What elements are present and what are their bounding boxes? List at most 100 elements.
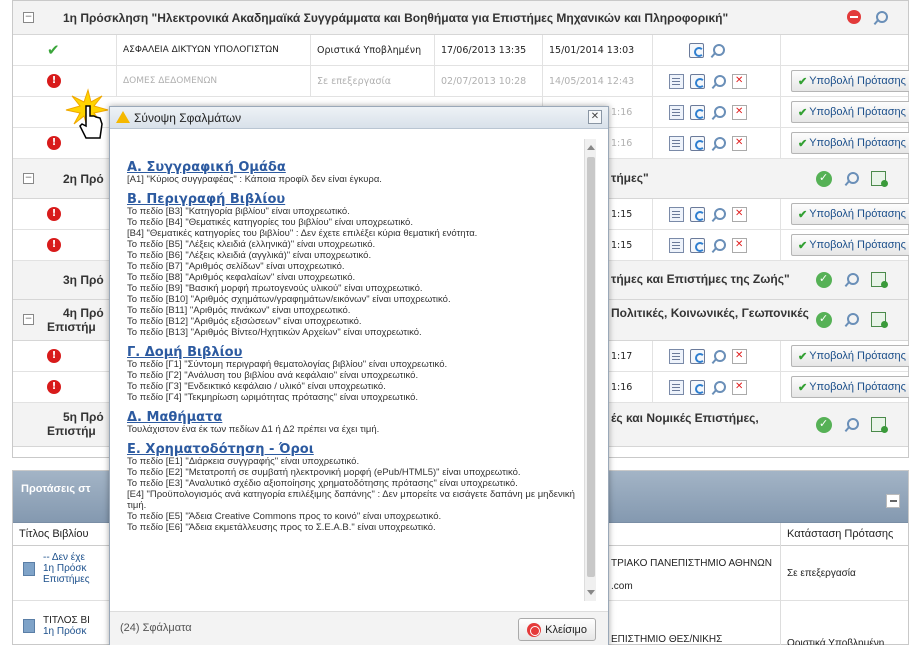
submit-proposal-button[interactable]: ✔ Υποβολή Πρότασης xyxy=(791,101,909,123)
book-title: ΔΟΜΕΣ ΔΕΔΟΜΕΝΩΝ xyxy=(116,66,310,96)
delete-icon[interactable] xyxy=(732,237,747,253)
error-count: (24) Σφάλματα xyxy=(120,622,192,634)
magnifier-icon[interactable] xyxy=(711,238,726,253)
book-title-link[interactable]: -- Δεν έχε 1η Πρόσκ Επιστήμες xyxy=(43,552,90,585)
section-heading[interactable]: Γ. Δομή Βιβλίου xyxy=(127,346,580,359)
group-title: 1η Πρόσκληση "Ηλεκτρονικά Ακαδημαϊκά Συγ… xyxy=(63,11,729,25)
error-line: Το πεδίο [Ε3] "Αναλυτικό σχέδιο αξιοποίη… xyxy=(127,478,518,489)
status: Οριστικά Υποβλημένη xyxy=(310,35,434,65)
error-line: Το πεδίο [Β5] "Λέξεις κλειδιά (ελληνικά)… xyxy=(127,239,376,250)
magnifier-icon[interactable] xyxy=(711,349,726,364)
col-title: Τίτλος Βιβλίου xyxy=(19,528,89,540)
error-icon: ! xyxy=(47,380,61,394)
edit-doc-icon[interactable] xyxy=(669,104,684,120)
magnifier-icon[interactable] xyxy=(711,136,726,151)
submit-proposal-button[interactable]: ✔ Υποβολή Πρότασης xyxy=(791,376,909,398)
book-title-link[interactable]: ΤΙΤΛΟΣ ΒΙ 1η Πρόσκ xyxy=(43,615,90,637)
close-icon[interactable]: ✕ xyxy=(588,110,602,124)
refresh-doc-icon[interactable] xyxy=(690,206,705,222)
submit-proposal-button[interactable]: ✔ Υποβολή Πρότασης xyxy=(791,132,909,154)
refresh-doc-icon[interactable] xyxy=(690,135,705,151)
section-heading[interactable]: Β. Περιγραφή Βιβλίου xyxy=(127,193,580,206)
section-heading[interactable]: Ε. Χρηματοδότηση - Όροι xyxy=(127,443,580,456)
error-line: Το πεδίο [Γ2] "Ανάλυση του βιβλίου ανά κ… xyxy=(127,370,419,381)
close-circle-icon xyxy=(527,622,542,637)
delete-icon[interactable] xyxy=(732,206,747,222)
magnifier-icon[interactable] xyxy=(711,105,726,120)
check-circle-icon[interactable] xyxy=(816,170,832,187)
scroll-thumb[interactable] xyxy=(587,157,595,577)
magnifier-icon[interactable] xyxy=(711,74,726,89)
error-line: Το πεδίο [Γ1] "Σύντομη περιγραφή θεματολ… xyxy=(127,359,448,370)
check-circle-icon[interactable] xyxy=(816,312,832,328)
dialog-header: Σύνοψη Σφαλμάτων ✕ xyxy=(110,107,608,129)
scrollbar[interactable] xyxy=(584,139,596,601)
error-icon: ! xyxy=(47,238,61,252)
error-line: Το πεδίο [Ε1] "Διάρκεια συγγραφής" είναι… xyxy=(127,456,360,467)
collapse-toggle[interactable]: − xyxy=(23,314,34,325)
refresh-doc-icon[interactable] xyxy=(690,237,705,253)
delete-icon[interactable] xyxy=(732,73,747,89)
submit-proposal-button[interactable]: ✔ Υποβολή Πρότασης xyxy=(791,234,909,256)
error-icon: ! xyxy=(47,207,61,221)
minimize-button[interactable] xyxy=(886,494,900,508)
error-line: Το πεδίο [Β10] "Αριθμός σχημάτων/γραφημά… xyxy=(127,294,451,305)
magnifier-icon[interactable] xyxy=(844,312,859,327)
collapse-toggle[interactable]: − xyxy=(23,11,34,23)
group-call-1[interactable]: − 1η Πρόσκληση "Ηλεκτρονικά Ακαδημαϊκά Σ… xyxy=(13,1,908,35)
delete-icon[interactable] xyxy=(732,348,747,364)
dialog-title: Σύνοψη Σφαλμάτων xyxy=(134,111,242,125)
cancel-icon[interactable] xyxy=(847,9,861,24)
refresh-doc-icon[interactable] xyxy=(690,379,705,395)
section-heading[interactable]: Α. Συγγραφική Ομάδα xyxy=(127,161,580,174)
updated-date: 15/01/2014 13:03 xyxy=(542,35,652,65)
error-line: Το πεδίο [Ε6] "Άδεια εκμετάλλευσης προς … xyxy=(127,522,436,533)
submit-proposal-button[interactable]: ✔ Υποβολή Πρότασης xyxy=(791,203,909,225)
edit-doc-icon[interactable] xyxy=(669,237,684,253)
export-icon[interactable] xyxy=(871,312,888,328)
edit-doc-icon[interactable] xyxy=(669,73,684,89)
submit-proposal-button[interactable]: ✔ Υποβολή Πρότασης xyxy=(791,70,909,92)
magnifier-icon[interactable] xyxy=(873,10,888,25)
check-circle-icon[interactable] xyxy=(816,416,832,433)
delete-icon[interactable] xyxy=(732,104,747,120)
proposal-row: ✔ ΑΣΦΑΛΕΙΑ ΔΙΚΤΥΩΝ ΥΠΟΛΟΓΙΣΤΩΝ Οριστικά … xyxy=(13,35,908,66)
edit-doc-icon[interactable] xyxy=(669,135,684,151)
edit-doc-icon[interactable] xyxy=(669,348,684,364)
error-line: Το πεδίο [Β13] "Αριθμός Βίντεο/Ηχητικών … xyxy=(127,327,422,338)
close-button[interactable]: Κλείσιμο xyxy=(518,618,596,641)
error-line: Το πεδίο [Β7] "Αριθμός σελίδων" είναι υπ… xyxy=(127,261,345,272)
check-circle-icon[interactable] xyxy=(816,272,832,288)
error-line: [Β4] "Θεματικές κατηγορίες του βιβλίου" … xyxy=(127,228,478,239)
magnifier-icon[interactable] xyxy=(711,207,726,222)
delete-icon[interactable] xyxy=(732,379,747,395)
error-line: [Ε4] "Προϋπολογισμός ανά κατηγορία επιλέ… xyxy=(127,489,575,511)
error-line: Το πεδίο [Β11] "Αριθμός πινάκων" είναι υ… xyxy=(127,305,351,316)
refresh-doc-icon[interactable] xyxy=(690,348,705,364)
book-icon xyxy=(23,619,35,633)
scroll-up-icon[interactable] xyxy=(587,145,595,150)
collapse-toggle[interactable]: − xyxy=(23,172,34,184)
export-icon[interactable] xyxy=(871,416,888,433)
error-line: Τουλάχιστον ένα έκ των πεδίων Δ1 ή Δ2 πρ… xyxy=(127,424,380,435)
error-icon: ! xyxy=(47,136,61,150)
status: Σε επεξεργασία xyxy=(310,66,434,96)
submit-proposal-button[interactable]: ✔ Υποβολή Πρότασης xyxy=(791,345,909,367)
magnifier-icon[interactable] xyxy=(844,272,859,287)
dialog-footer: (24) Σφάλματα Κλείσιμο xyxy=(110,611,608,645)
magnifier-icon[interactable] xyxy=(844,417,859,432)
refresh-doc-icon[interactable] xyxy=(689,42,704,58)
export-icon[interactable] xyxy=(871,170,888,187)
edit-doc-icon[interactable] xyxy=(669,206,684,222)
export-icon[interactable] xyxy=(871,272,888,288)
magnifier-icon[interactable] xyxy=(710,43,725,58)
refresh-doc-icon[interactable] xyxy=(690,73,705,89)
magnifier-icon[interactable] xyxy=(844,171,859,186)
section-heading[interactable]: Δ. Μαθήματα xyxy=(127,411,580,424)
magnifier-icon[interactable] xyxy=(711,380,726,395)
edit-doc-icon[interactable] xyxy=(669,379,684,395)
scroll-down-icon[interactable] xyxy=(587,590,595,595)
delete-icon[interactable] xyxy=(732,135,747,151)
error-line: Το πεδίο [Β3] "Κατηγορία βιβλίου" είναι … xyxy=(127,206,350,217)
refresh-doc-icon[interactable] xyxy=(690,104,705,120)
